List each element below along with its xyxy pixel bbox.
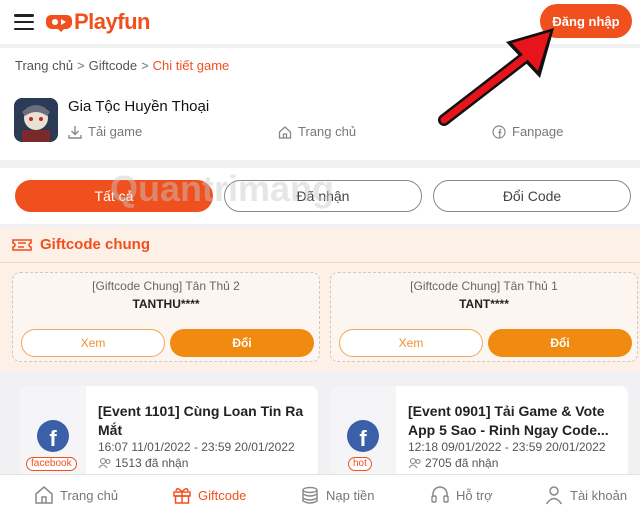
event-badge: hot [348, 457, 372, 471]
home-icon [35, 486, 53, 504]
giftcode-value: TANT**** [459, 297, 509, 311]
nav-support[interactable]: Hỗ trợ [430, 485, 493, 505]
gift-icon [173, 488, 191, 504]
tab-redeem-code[interactable]: Đổi Code [433, 180, 631, 212]
event-title: [Event 1101] Cùng Loan Tin Ra Mắt [98, 403, 304, 438]
nav-giftcode-label: Giftcode [198, 487, 247, 503]
download-icon [68, 125, 82, 139]
event-count-label: 2705 đã nhận [425, 456, 499, 470]
redeem-button[interactable]: Đổi [488, 329, 632, 357]
game-thumbnail [14, 98, 58, 142]
redeem-button[interactable]: Đổi [170, 329, 314, 357]
section-title: Giftcode chung [40, 236, 150, 253]
event-time: 16:07 11/01/2022 - 23:59 20/01/2022 [98, 440, 295, 454]
event-card[interactable]: f facebook [Event 1101] Cùng Loan Tin Ra… [20, 386, 318, 478]
event-badge: facebook [26, 457, 77, 471]
facebook-icon: f [37, 420, 69, 452]
users-icon [98, 457, 111, 469]
section-divider [0, 262, 640, 263]
tab-all[interactable]: Tất cả [15, 180, 213, 212]
logo-text: Playfun [74, 9, 150, 34]
giftcode-card: [Giftcode Chung] Tân Thủ 1 TANT**** Xem … [330, 272, 638, 362]
event-title: [Event 0901] Tải Game & Vote App 5 Sao -… [408, 403, 609, 438]
event-received-count: 1513 đã nhận [98, 456, 188, 470]
game-home-label: Trang chủ [298, 124, 357, 139]
breadcrumb-giftcode[interactable]: Giftcode [89, 58, 137, 73]
home-icon [278, 125, 292, 139]
ticket-icon [12, 238, 32, 251]
bottom-nav: Trang chủ Giftcode Nạp tiền Hỗ trợ Tài k… [0, 474, 640, 520]
event-time: 12:18 09/01/2022 - 23:59 20/01/2022 [408, 440, 606, 454]
game-avatar-image [14, 98, 58, 142]
event-card[interactable]: f hot [Event 0901] Tải Game & Vote App 5… [330, 386, 628, 478]
giftcode-name: [Giftcode Chung] Tân Thủ 2 [92, 279, 240, 293]
nav-topup-label: Nạp tiền [326, 487, 375, 503]
facebook-icon: f [347, 420, 379, 452]
filter-tabs: Tất cả Đã nhận Đổi Code [0, 168, 640, 224]
headset-icon [431, 486, 449, 503]
nav-topup[interactable]: Nạp tiền [300, 485, 374, 505]
giftcode-value: TANTHU**** [132, 297, 200, 311]
section-header: Giftcode chung [12, 236, 150, 253]
download-game-link[interactable]: Tải game [68, 124, 142, 139]
nav-home-label: Trang chủ [60, 487, 119, 503]
event-icon-panel: f facebook [20, 386, 86, 478]
giftcode-card: [Giftcode Chung] Tân Thủ 2 TANTHU**** Xe… [12, 272, 320, 362]
view-button[interactable]: Xem [339, 329, 483, 357]
menu-icon[interactable] [14, 14, 34, 30]
coins-icon [302, 486, 318, 504]
nav-account[interactable]: Tài khoản [544, 485, 627, 505]
giftcode-section: Giftcode chung [Giftcode Chung] Tân Thủ … [0, 228, 640, 370]
event-count-label: 1513 đã nhận [115, 456, 189, 470]
game-title: Gia Tộc Huyền Thoại [68, 98, 210, 115]
game-home-link[interactable]: Trang chủ [278, 124, 356, 139]
event-list: f facebook [Event 1101] Cùng Loan Tin Ra… [0, 378, 640, 478]
playfun-logo[interactable]: Playfun [46, 9, 150, 35]
download-game-label: Tải game [88, 124, 143, 139]
annotation-arrow-icon [438, 28, 554, 126]
event-received-count: 2705 đã nhận [408, 456, 498, 470]
breadcrumb-separator: > [77, 58, 85, 73]
breadcrumb: Trang chủ > Giftcode > Chi tiết game [15, 58, 229, 73]
nav-giftcode[interactable]: Giftcode [172, 485, 246, 505]
view-button[interactable]: Xem [21, 329, 165, 357]
nav-home[interactable]: Trang chủ [34, 485, 118, 505]
event-icon-panel: f hot [330, 386, 396, 478]
nav-account-label: Tài khoản [570, 487, 628, 503]
user-icon [545, 486, 563, 505]
giftcode-name: [Giftcode Chung] Tân Thủ 1 [410, 279, 558, 293]
users-icon [408, 457, 421, 469]
tab-received[interactable]: Đã nhận [224, 180, 422, 212]
breadcrumb-separator: > [141, 58, 149, 73]
breadcrumb-home[interactable]: Trang chủ [15, 58, 73, 73]
gamepad-logo-icon [46, 15, 72, 32]
nav-support-label: Hỗ trợ [456, 487, 493, 503]
breadcrumb-current: Chi tiết game [152, 58, 230, 73]
